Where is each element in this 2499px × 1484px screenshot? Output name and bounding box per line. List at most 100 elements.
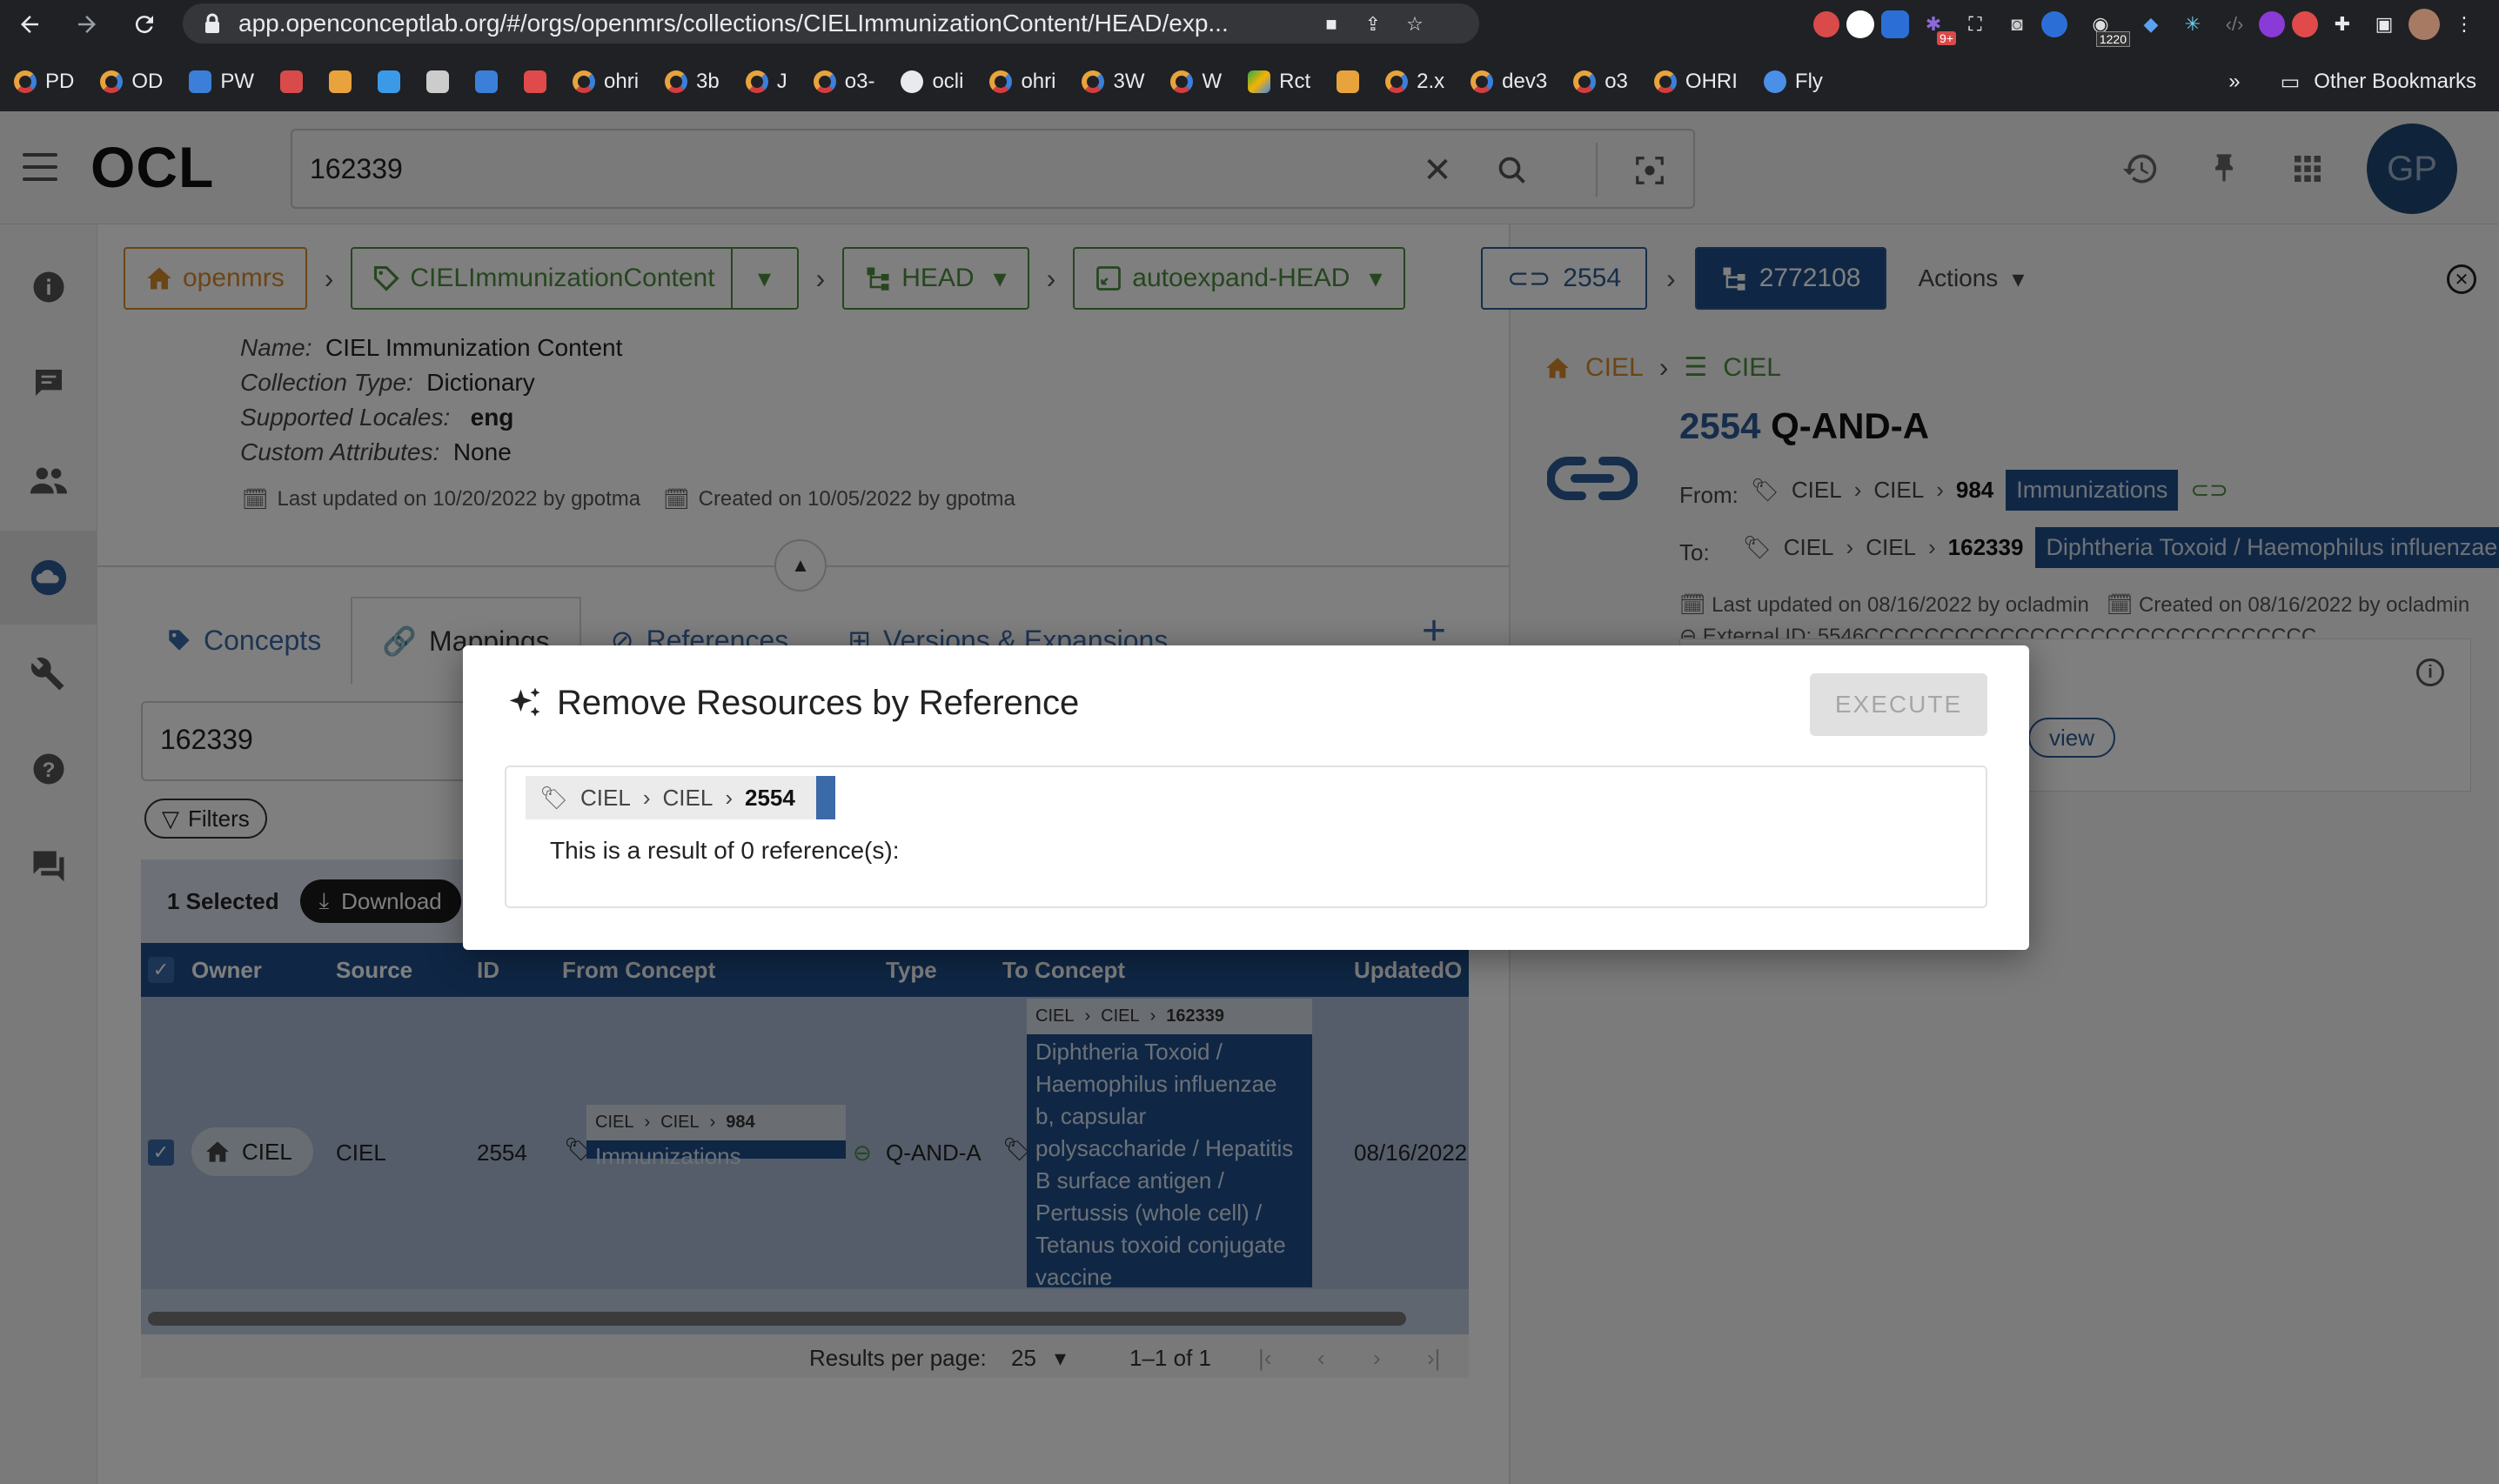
lock-icon xyxy=(205,13,219,33)
sparkle-icon xyxy=(509,687,540,717)
bookmark-icon xyxy=(1082,70,1105,93)
bookmark-icon xyxy=(280,70,304,93)
bookmark-label: dev3 xyxy=(1502,70,1548,93)
bookmark-item[interactable]: Fly xyxy=(1763,70,1823,94)
url-text: app.openconceptlab.org/#/orgs/openmrs/co… xyxy=(238,10,1229,37)
bookmark-label: OD xyxy=(131,70,164,93)
bookmarks-more[interactable]: » xyxy=(2228,70,2240,94)
bookmarks-bar: PD OD PW ohri 3b Jo3- ocli ohri 3W W Rct 2.x dev3 o3 O… xyxy=(0,57,2499,106)
bookmark-icon xyxy=(665,70,688,93)
bookmark-item[interactable]: ohri xyxy=(989,70,1055,94)
bookmark-label: Fly xyxy=(1794,70,1823,93)
bookmark-item[interactable]: o3- xyxy=(813,70,875,94)
address-bar[interactable]: app.openconceptlab.org/#/orgs/openmrs/co… xyxy=(183,3,1479,43)
arrow-right-icon xyxy=(78,16,96,33)
bookmark-label: o3 xyxy=(1605,70,1628,93)
bookmark-icon xyxy=(813,70,836,93)
bookmark-item[interactable] xyxy=(426,70,450,93)
bookmark-icon xyxy=(989,70,1013,93)
ref-owner: CIEL xyxy=(580,784,631,811)
bookmark-item[interactable]: OHRI xyxy=(1653,70,1738,94)
bookmark-icon xyxy=(1573,70,1597,93)
camera-icon[interactable]: ■ xyxy=(1314,7,1349,42)
bookmark-label: ohri xyxy=(604,70,640,93)
folder-icon: ▭ xyxy=(2280,70,2301,94)
reload-button[interactable] xyxy=(127,7,162,42)
extension-icon[interactable] xyxy=(1846,10,1874,38)
chevron-right-icon: › xyxy=(725,784,733,811)
extension-icon[interactable]: ◉ 1220 xyxy=(2074,7,2130,47)
bookmark-label: PW xyxy=(220,70,255,93)
bookmark-item[interactable]: PD xyxy=(14,70,74,94)
bookmark-label: PD xyxy=(45,70,75,93)
extension-icon[interactable] xyxy=(2041,11,2067,37)
bookmark-item[interactable] xyxy=(280,70,304,93)
bookmark-item[interactable] xyxy=(1337,70,1360,93)
bookmark-item[interactable] xyxy=(475,70,499,93)
tag-icon: 🏷 xyxy=(539,784,569,811)
bookmark-item[interactable]: Rct xyxy=(1248,70,1310,94)
chevron-right-icon: › xyxy=(642,784,651,811)
bookmark-icon xyxy=(1471,70,1494,93)
bookmark-item[interactable]: ohri xyxy=(573,70,639,94)
extension-icon[interactable] xyxy=(2292,11,2318,37)
ref-source: CIEL xyxy=(662,784,714,811)
extension-icon[interactable] xyxy=(2259,11,2285,37)
ref-id: 2554 xyxy=(744,784,795,811)
bookmark-label: 3b xyxy=(696,70,720,93)
bookmark-icon xyxy=(573,70,596,93)
extensions-bar: ✱ 9+ ⛶ ◙ ◉ 1220 ◆ ✳ ‹/› ✚ ▣ ⋮ xyxy=(1813,7,2482,47)
bookmark-item[interactable]: dev3 xyxy=(1471,70,1547,94)
bookmark-label: J xyxy=(776,70,787,93)
bookmark-item[interactable]: ocli xyxy=(901,70,963,94)
screenshot-icon[interactable]: ⛶ xyxy=(1958,7,1993,42)
bookmark-label: 3W xyxy=(1113,70,1145,93)
bookmark-icon xyxy=(901,70,924,93)
remove-resources-dialog: Remove Resources by Reference EXECUTE 🏷 … xyxy=(463,645,2029,950)
other-bookmarks[interactable]: » ▭ Other Bookmarks xyxy=(2228,57,2476,106)
bookmark-item[interactable]: 3W xyxy=(1082,70,1144,94)
bookmark-item[interactable]: J xyxy=(745,70,787,94)
bookmark-item[interactable]: o3 xyxy=(1573,70,1628,94)
puzzle-icon[interactable]: ✚ xyxy=(2325,7,2360,42)
menu-dots-icon[interactable]: ⋮ xyxy=(2447,7,2482,42)
bookmark-item[interactable]: 3b xyxy=(665,70,720,94)
dialog-title: Remove Resources by Reference xyxy=(506,684,1079,723)
camera-icon[interactable]: ◙ xyxy=(2000,7,2034,42)
bookmark-item[interactable] xyxy=(329,70,352,93)
bookmark-item[interactable]: W xyxy=(1170,70,1222,94)
extension-icon[interactable]: ✱ 9+ xyxy=(1916,7,1956,45)
badge-count: 9+ xyxy=(1937,31,1956,45)
other-bookmarks-label: Other Bookmarks xyxy=(2314,70,2476,93)
diamond-icon[interactable]: ◆ xyxy=(2134,7,2168,42)
execute-button[interactable]: EXECUTE xyxy=(1810,673,1987,736)
extension-icon[interactable] xyxy=(1881,10,1909,38)
bookmark-icon xyxy=(524,70,547,93)
reference-crumb[interactable]: 🏷 CIEL › CIEL › 2554 xyxy=(526,776,835,819)
share-icon[interactable]: ⇪ xyxy=(1356,7,1390,42)
bookmark-label: 2.x xyxy=(1417,70,1445,93)
bookmark-icon xyxy=(329,70,352,93)
bookmark-label: ohri xyxy=(1021,70,1056,93)
bookmark-icon xyxy=(1337,70,1360,93)
bookmark-item[interactable] xyxy=(378,70,401,93)
profile-avatar[interactable] xyxy=(2409,9,2440,40)
bookmark-icon xyxy=(745,70,768,93)
bookmark-item[interactable] xyxy=(524,70,547,93)
bookmark-item[interactable]: OD xyxy=(100,70,163,94)
browser-chrome: app.openconceptlab.org/#/orgs/openmrs/co… xyxy=(0,0,2499,111)
bookmark-item[interactable]: PW xyxy=(189,70,254,94)
bookmark-label: o3- xyxy=(844,70,875,93)
star-icon[interactable]: ☆ xyxy=(1397,7,1432,42)
extension-icon[interactable] xyxy=(1813,11,1839,37)
bookmark-label: ocli xyxy=(932,70,964,93)
bookmark-icon xyxy=(14,70,37,93)
sidebar-icon[interactable]: ▣ xyxy=(2367,7,2402,42)
bookmark-icon xyxy=(189,70,212,93)
forward-button[interactable] xyxy=(70,7,104,42)
extension-icon[interactable]: ✳ xyxy=(2175,7,2210,42)
back-button[interactable] xyxy=(12,7,47,42)
bookmark-item[interactable]: 2.x xyxy=(1385,70,1444,94)
code-icon[interactable]: ‹/› xyxy=(2217,7,2252,42)
bookmark-label: W xyxy=(1202,70,1223,93)
